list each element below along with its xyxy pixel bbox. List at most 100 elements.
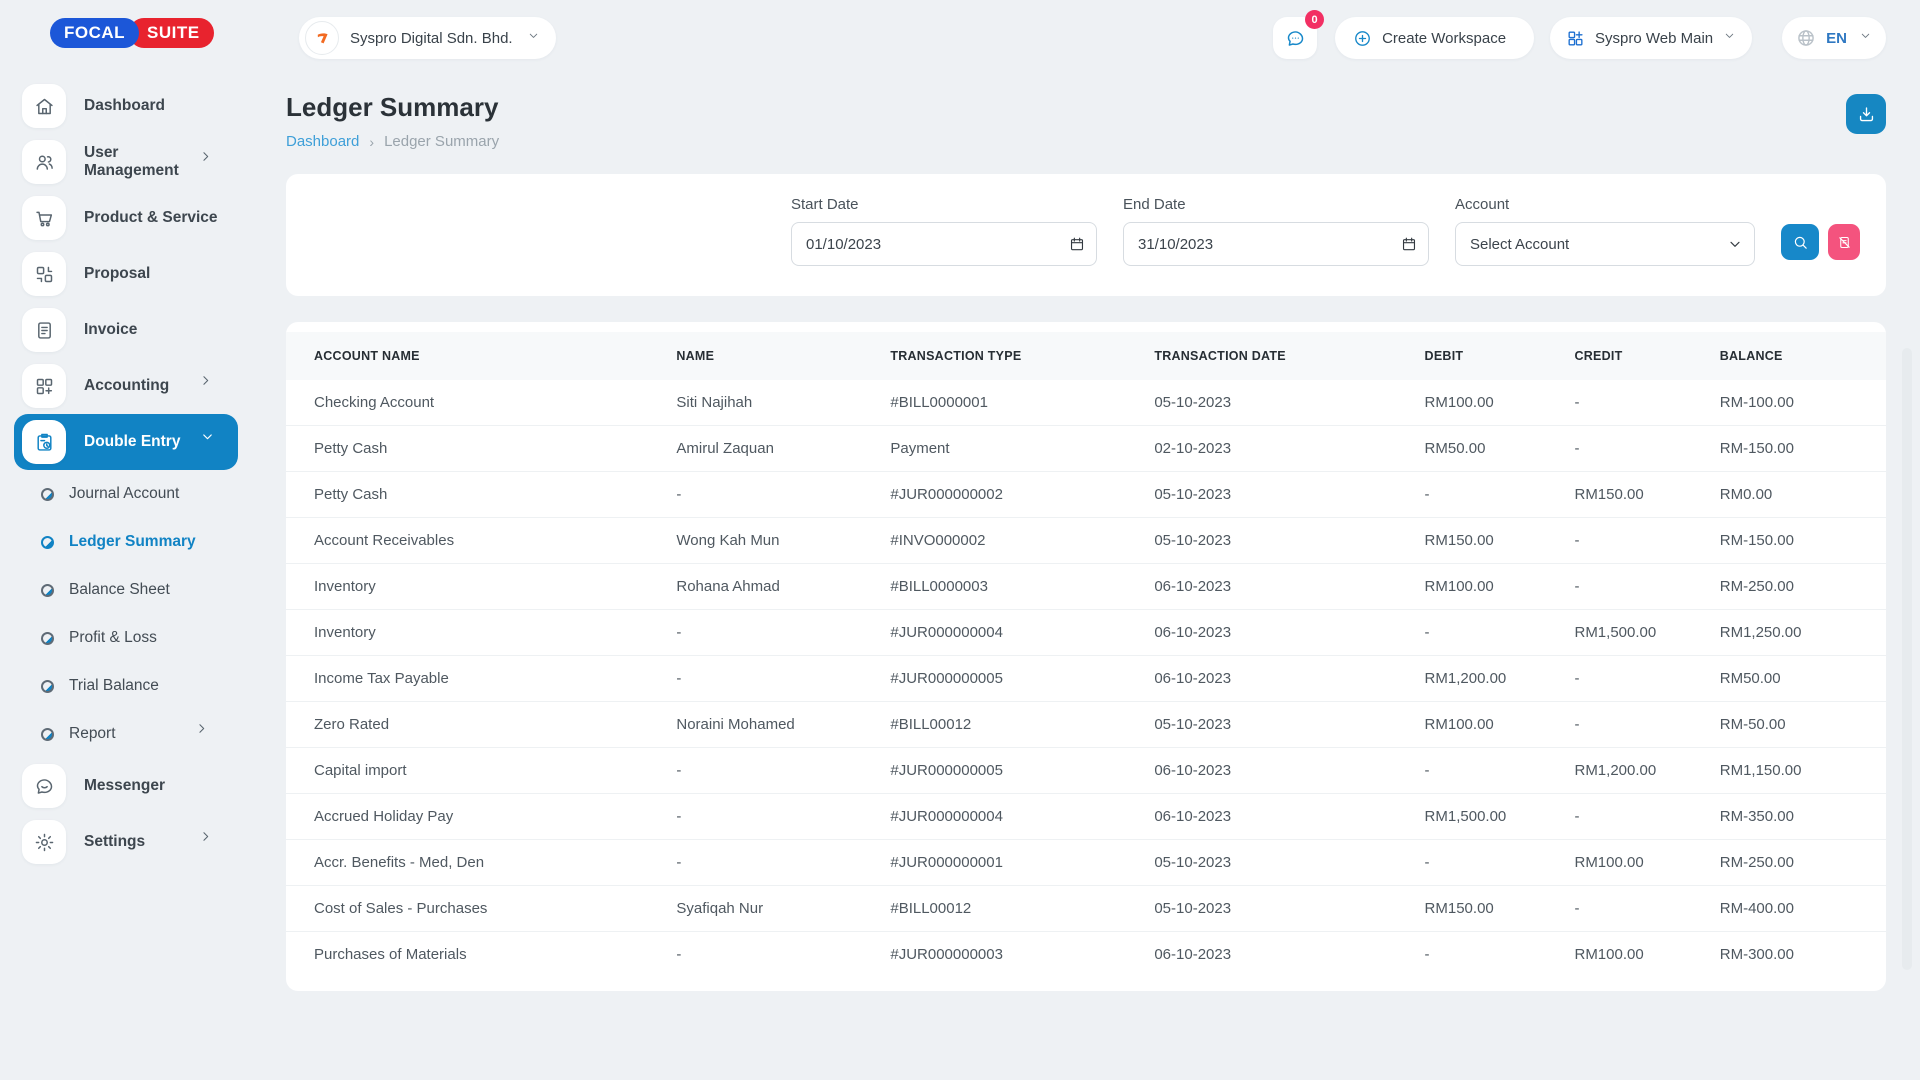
start-date-input[interactable] bbox=[791, 222, 1097, 266]
company-selector[interactable]: Syspro Digital Sdn. Bhd. bbox=[299, 17, 556, 59]
sidebar-item-messenger[interactable]: Messenger bbox=[0, 758, 242, 814]
proposal-icon bbox=[22, 252, 66, 296]
sidebar-item-label: Settings bbox=[84, 833, 198, 851]
globe-icon bbox=[1796, 28, 1816, 48]
cell-account-name: Petty Cash bbox=[314, 486, 676, 503]
cell-debit: RM50.00 bbox=[1425, 440, 1575, 457]
create-workspace-label: Create Workspace bbox=[1382, 30, 1506, 47]
column-header-transaction-type: TRANSACTION TYPE bbox=[890, 349, 1154, 363]
workspace-switcher[interactable]: Syspro Web Main bbox=[1550, 17, 1752, 59]
sidebar-item-dashboard[interactable]: Dashboard bbox=[0, 78, 242, 134]
sidebar-item-trial-balance[interactable]: Trial Balance bbox=[0, 662, 242, 710]
filter-card: Start Date End Date Account bbox=[286, 174, 1886, 296]
chevron-right-icon bbox=[198, 373, 224, 399]
cell-credit: - bbox=[1574, 900, 1719, 917]
cell-credit: - bbox=[1574, 532, 1719, 549]
cell-transaction-date: 05-10-2023 bbox=[1154, 486, 1424, 503]
cell-transaction-date: 05-10-2023 bbox=[1154, 716, 1424, 733]
cell-debit: RM150.00 bbox=[1425, 900, 1575, 917]
sidebar-item-proposal[interactable]: Proposal bbox=[0, 246, 242, 302]
sidebar-item-user-management[interactable]: User Management bbox=[0, 134, 242, 190]
account-select[interactable] bbox=[1455, 222, 1755, 266]
cell-balance: RM-300.00 bbox=[1720, 946, 1876, 963]
table-scrollbar[interactable] bbox=[1902, 348, 1912, 970]
cell-transaction-date: 06-10-2023 bbox=[1154, 670, 1424, 687]
table-row: Income Tax Payable-#JUR00000000506-10-20… bbox=[286, 656, 1886, 702]
sidebar-item-label: Ledger Summary bbox=[69, 533, 242, 551]
clear-filter-button[interactable] bbox=[1828, 224, 1860, 260]
cell-name: Wong Kah Mun bbox=[676, 532, 890, 549]
table-body: Checking AccountSiti Najihah#BILL0000001… bbox=[286, 380, 1886, 977]
sidebar-nav: Dashboard User Management Product & Servic… bbox=[0, 78, 242, 870]
messenger-button[interactable]: 0 bbox=[1273, 17, 1317, 59]
cell-account-name: Purchases of Materials bbox=[314, 946, 676, 963]
sidebar-item-profit-loss[interactable]: Profit & Loss bbox=[0, 614, 242, 662]
clear-filter-icon bbox=[1837, 235, 1852, 250]
accounting-icon bbox=[22, 364, 66, 408]
cell-transaction-date: 06-10-2023 bbox=[1154, 808, 1424, 825]
brand-logo[interactable]: FOCAL SUITE bbox=[50, 18, 242, 48]
table-row: Petty CashAmirul ZaquanPayment02-10-2023… bbox=[286, 426, 1886, 472]
page-head: Ledger Summary Dashboard › Ledger Summar… bbox=[286, 92, 1886, 150]
cell-credit: - bbox=[1574, 716, 1719, 733]
cell-credit: - bbox=[1574, 670, 1719, 687]
sidebar-item-label: Double Entry bbox=[84, 433, 200, 451]
cell-account-name: Checking Account bbox=[314, 394, 676, 411]
cell-account-name: Accrued Holiday Pay bbox=[314, 808, 676, 825]
sidebar-item-accounting[interactable]: Accounting bbox=[0, 358, 242, 414]
cell-credit: RM100.00 bbox=[1574, 946, 1719, 963]
chevron-down-icon bbox=[1723, 29, 1736, 47]
cell-account-name: Petty Cash bbox=[314, 440, 676, 457]
cell-name: Siti Najihah bbox=[676, 394, 890, 411]
language-selector[interactable]: EN bbox=[1782, 17, 1886, 59]
cell-name: - bbox=[676, 486, 890, 503]
sidebar-item-balance-sheet[interactable]: Balance Sheet bbox=[0, 566, 242, 614]
sidebar-item-journal-account[interactable]: Journal Account bbox=[0, 470, 242, 518]
breadcrumb-separator: › bbox=[369, 134, 374, 150]
cell-balance: RM1,150.00 bbox=[1720, 762, 1876, 779]
cell-credit: RM150.00 bbox=[1574, 486, 1719, 503]
plus-circle-icon bbox=[1353, 29, 1372, 48]
sidebar-item-label: Product & Service bbox=[84, 209, 242, 227]
table-row: Checking AccountSiti Najihah#BILL0000001… bbox=[286, 380, 1886, 426]
cell-credit: RM1,200.00 bbox=[1574, 762, 1719, 779]
cell-credit: - bbox=[1574, 808, 1719, 825]
messenger-icon bbox=[22, 764, 66, 808]
breadcrumb-current: Ledger Summary bbox=[384, 133, 499, 150]
cell-transaction-date: 06-10-2023 bbox=[1154, 624, 1424, 641]
cell-debit: - bbox=[1425, 624, 1575, 641]
syspro-logo-icon bbox=[305, 21, 339, 55]
cell-name: Amirul Zaquan bbox=[676, 440, 890, 457]
sidebar-item-settings[interactable]: Settings bbox=[0, 814, 242, 870]
sidebar-item-ledger-summary[interactable]: Ledger Summary bbox=[0, 518, 242, 566]
table-row: Petty Cash-#JUR00000000205-10-2023-RM150… bbox=[286, 472, 1886, 518]
cell-transaction-date: 05-10-2023 bbox=[1154, 394, 1424, 411]
ledger-table: ACCOUNT NAMENAMETRANSACTION TYPETRANSACT… bbox=[286, 322, 1886, 991]
cell-name: - bbox=[676, 624, 890, 641]
download-button[interactable] bbox=[1846, 94, 1886, 134]
account-label: Account bbox=[1455, 196, 1755, 213]
end-date-input[interactable] bbox=[1123, 222, 1429, 266]
cell-account-name: Account Receivables bbox=[314, 532, 676, 549]
cell-credit: - bbox=[1574, 578, 1719, 595]
bullet-icon bbox=[41, 536, 54, 549]
sidebar-item-invoice[interactable]: Invoice bbox=[0, 302, 242, 358]
sidebar-item-report[interactable]: Report bbox=[0, 710, 242, 758]
cell-credit: RM1,500.00 bbox=[1574, 624, 1719, 641]
sidebar-item-double-entry[interactable]: Double Entry bbox=[14, 414, 238, 470]
cell-debit: - bbox=[1425, 486, 1575, 503]
sidebar-item-label: Accounting bbox=[84, 377, 198, 395]
breadcrumb-dashboard-link[interactable]: Dashboard bbox=[286, 133, 359, 150]
account-field-group: Account bbox=[1455, 196, 1755, 266]
sidebar-item-product-service[interactable]: Product & Service bbox=[0, 190, 242, 246]
table-header-row: ACCOUNT NAMENAMETRANSACTION TYPETRANSACT… bbox=[286, 332, 1886, 380]
cell-balance: RM0.00 bbox=[1720, 486, 1876, 503]
search-button[interactable] bbox=[1781, 224, 1819, 260]
cell-account-name: Inventory bbox=[314, 624, 676, 641]
cell-transaction-date: 06-10-2023 bbox=[1154, 946, 1424, 963]
create-workspace-button[interactable]: Create Workspace bbox=[1335, 17, 1534, 59]
cell-transaction-type: #JUR000000005 bbox=[890, 670, 1154, 687]
cell-transaction-type: #INVO000002 bbox=[890, 532, 1154, 549]
chat-badge: 0 bbox=[1305, 10, 1324, 29]
sidebar-item-label: User Management bbox=[84, 144, 198, 180]
